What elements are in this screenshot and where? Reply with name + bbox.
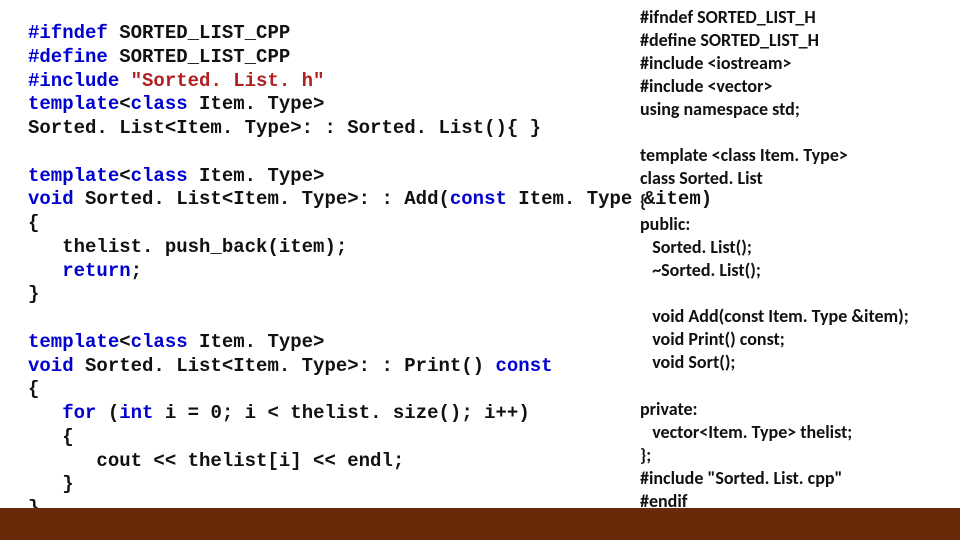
code-text: i = 0; i < thelist. size(); i++) <box>153 402 529 424</box>
right-code-column: #ifndef SORTED_LIST_H #define SORTED_LIS… <box>640 6 940 513</box>
code-line: public: <box>640 213 690 235</box>
code-line: vector<Item. Type> thelist; <box>640 421 852 443</box>
code-text: ; <box>131 260 142 282</box>
keyword: #ifndef <box>28 22 108 44</box>
keyword: class <box>131 93 188 115</box>
footer-bar <box>0 508 960 540</box>
code-text <box>119 70 130 92</box>
code-line: #ifndef SORTED_LIST_H <box>640 6 816 28</box>
code-text: } <box>28 473 74 495</box>
code-line: template <class Item. Type> <box>640 144 848 166</box>
code-text: { <box>28 426 74 448</box>
code-text: < <box>119 93 130 115</box>
keyword: void <box>28 355 74 377</box>
code-line: { <box>640 190 646 212</box>
keyword: template <box>28 93 119 115</box>
code-line: ~Sorted. List(); <box>640 259 761 281</box>
header-source-code: #ifndef SORTED_LIST_H #define SORTED_LIS… <box>640 6 940 513</box>
keyword: for <box>62 402 96 424</box>
code-line: void Add(const Item. Type &item); <box>640 305 909 327</box>
code-line: #define SORTED_LIST_H <box>640 29 819 51</box>
code-line: class Sorted. List <box>640 167 763 189</box>
code-text: Item. Type> <box>188 331 325 353</box>
keyword: void <box>28 188 74 210</box>
keyword: class <box>131 331 188 353</box>
code-text: cout << thelist[i] << endl; <box>28 450 404 472</box>
code-text: SORTED_LIST_CPP <box>108 46 290 68</box>
slide-root: #ifndef SORTED_LIST_CPP #define SORTED_L… <box>0 0 960 540</box>
code-line: using namespace std; <box>640 98 800 120</box>
code-text: Sorted. List<Item. Type>: : Sorted. List… <box>28 117 541 139</box>
code-line: void Sort(); <box>640 351 735 373</box>
code-text <box>28 402 62 424</box>
cpp-source-code: #ifndef SORTED_LIST_CPP #define SORTED_L… <box>28 22 618 540</box>
code-text: SORTED_LIST_CPP <box>108 22 290 44</box>
code-text: thelist. push_back(item); <box>28 236 347 258</box>
keyword: #define <box>28 46 108 68</box>
keyword: int <box>119 402 153 424</box>
code-text: ( <box>96 402 119 424</box>
keyword: return <box>62 260 130 282</box>
code-text: < <box>119 331 130 353</box>
code-line: private: <box>640 398 698 420</box>
code-text: Item. Type> <box>188 93 325 115</box>
code-text: { <box>28 212 39 234</box>
code-text: Sorted. List<Item. Type>: : Print() <box>74 355 496 377</box>
left-code-column: #ifndef SORTED_LIST_CPP #define SORTED_L… <box>28 22 618 540</box>
code-line: #include "Sorted. List. cpp" <box>640 467 842 489</box>
code-text: Sorted. List<Item. Type>: : Add( <box>74 188 450 210</box>
code-text <box>28 260 62 282</box>
code-line: Sorted. List(); <box>640 236 752 258</box>
keyword: const <box>450 188 507 210</box>
keyword: const <box>495 355 552 377</box>
code-text: Item. Type> <box>188 165 325 187</box>
keyword: template <box>28 331 119 353</box>
keyword: class <box>131 165 188 187</box>
code-line: void Print() const; <box>640 328 785 350</box>
code-line: }; <box>640 444 651 466</box>
string-literal: "Sorted. List. h" <box>131 70 325 92</box>
keyword: #include <box>28 70 119 92</box>
code-text: < <box>119 165 130 187</box>
keyword: template <box>28 165 119 187</box>
code-line: #include <vector> <box>640 75 772 97</box>
code-line: #include <iostream> <box>640 52 791 74</box>
code-text: { <box>28 378 39 400</box>
code-text: } <box>28 283 39 305</box>
